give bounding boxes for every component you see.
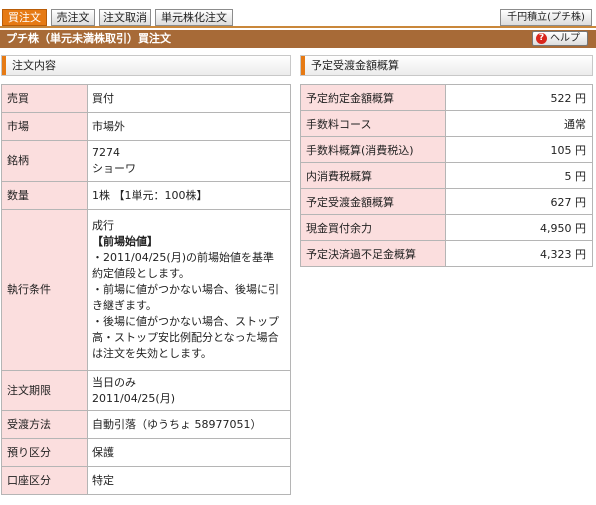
row-value: 522 円 <box>445 84 593 111</box>
help-button[interactable]: ? ヘルプ <box>532 31 588 46</box>
stock-name: ショーワ <box>92 162 136 175</box>
row-label: 予定約定金額概算 <box>300 84 446 111</box>
row-value: 7274 ショーワ <box>87 140 291 182</box>
row-label: 注文期限 <box>1 370 88 411</box>
row-value: 保護 <box>87 438 291 467</box>
row-value: 1株 【1単元：100株】 <box>87 181 291 210</box>
table-row: 銘柄 7274 ショーワ <box>1 140 291 182</box>
tab-cancel-order[interactable]: 注文取消 <box>99 9 151 26</box>
help-icon: ? <box>536 33 547 44</box>
execution-line: ・後場に値がつかない場合、ストップ <box>92 315 279 328</box>
row-label: 手数料コース <box>300 110 446 137</box>
table-row: 手数料コース 通常 <box>300 110 593 137</box>
row-label: 執行条件 <box>1 209 88 371</box>
row-label: 市場 <box>1 112 88 141</box>
tab-buy-order[interactable]: 買注文 <box>2 9 47 26</box>
table-row: 執行条件 成行 【前場始値】 ・2011/04/25(月)の前場始値を基準 約定… <box>1 209 291 371</box>
row-label: 手数料概算(消費税込) <box>300 136 446 163</box>
expiry-line: 当日のみ <box>92 375 136 389</box>
row-label: 受渡方法 <box>1 410 88 439</box>
row-value: 4,950 円 <box>445 214 593 241</box>
row-value: 当日のみ 2011/04/25(月) <box>87 370 291 411</box>
page-title: プチ株（単元未満株取引）買注文 <box>0 30 596 48</box>
table-row: 内消費税概算 5 円 <box>300 162 593 189</box>
row-label: 口座区分 <box>1 466 88 495</box>
row-value: 市場外 <box>87 112 291 141</box>
row-label: 内消費税概算 <box>300 162 446 189</box>
row-label: 予定決済過不足金概算 <box>300 240 446 267</box>
table-row: 売買 買付 <box>1 84 291 113</box>
table-row: 預り区分 保護 <box>1 438 291 467</box>
execution-line: ・前場に値がつかない場合、後場に引 <box>92 283 279 296</box>
row-label: 予定受渡金額概算 <box>300 188 446 215</box>
row-label: 売買 <box>1 84 88 113</box>
table-row: 受渡方法 自動引落（ゆうちょ 58977051） <box>1 410 291 439</box>
row-label: 数量 <box>1 181 88 210</box>
row-value: 通常 <box>445 110 593 137</box>
row-label: 銘柄 <box>1 140 88 182</box>
row-value: 特定 <box>87 466 291 495</box>
execution-line: 成行 <box>92 219 114 232</box>
row-value: 4,323 円 <box>445 240 593 267</box>
execution-line: ・2011/04/25(月)の前場始値を基準 <box>92 251 274 264</box>
estimate-header: 予定受渡金額概算 <box>300 55 593 76</box>
execution-line: き継ぎます。 <box>92 299 157 312</box>
row-value: 自動引落（ゆうちょ 58977051） <box>87 410 291 439</box>
row-label: 預り区分 <box>1 438 88 467</box>
table-row: 予定決済過不足金概算 4,323 円 <box>300 240 593 267</box>
order-details-header: 注文内容 <box>1 55 291 76</box>
tab-unit-stock-order[interactable]: 単元株化注文 <box>155 9 233 26</box>
row-value: 買付 <box>87 84 291 113</box>
expiry-line: 2011/04/25(月) <box>92 391 175 405</box>
execution-line: 約定値段とします。 <box>92 267 190 280</box>
tab-bar: 買注文 売注文 注文取消 単元株化注文 千円積立(プチ株) <box>0 0 596 28</box>
table-row: 予定約定金額概算 522 円 <box>300 84 593 111</box>
tab-petit-accumulation[interactable]: 千円積立(プチ株) <box>500 9 592 26</box>
table-row: 現金買付余力 4,950 円 <box>300 214 593 241</box>
estimate-table: 予定約定金額概算 522 円 手数料コース 通常 手数料概算(消費税込) 105… <box>300 84 593 267</box>
order-details-table: 売買 買付 市場 市場外 銘柄 7274 ショーワ 数量 1株 【1単元：100… <box>1 84 291 495</box>
table-row: 市場 市場外 <box>1 112 291 141</box>
help-button-label: ヘルプ <box>550 33 580 44</box>
row-value: 5 円 <box>445 162 593 189</box>
table-row: 手数料概算(消費税込) 105 円 <box>300 136 593 163</box>
row-value: 成行 【前場始値】 ・2011/04/25(月)の前場始値を基準 約定値段としま… <box>87 209 291 371</box>
table-row: 数量 1株 【1単元：100株】 <box>1 181 291 210</box>
row-value: 105 円 <box>445 136 593 163</box>
table-row: 予定受渡金額概算 627 円 <box>300 188 593 215</box>
table-row: 口座区分 特定 <box>1 466 291 495</box>
tab-sell-order[interactable]: 売注文 <box>51 9 95 26</box>
row-label: 現金買付余力 <box>300 214 446 241</box>
execution-line: は注文を失効とします。 <box>92 347 212 360</box>
execution-line: 高・ストップ安比例配分となった場合 <box>92 331 279 344</box>
table-row: 注文期限 当日のみ 2011/04/25(月) <box>1 370 291 411</box>
execution-line: 【前場始値】 <box>92 235 158 248</box>
row-value: 627 円 <box>445 188 593 215</box>
stock-code: 7274 <box>92 146 120 159</box>
